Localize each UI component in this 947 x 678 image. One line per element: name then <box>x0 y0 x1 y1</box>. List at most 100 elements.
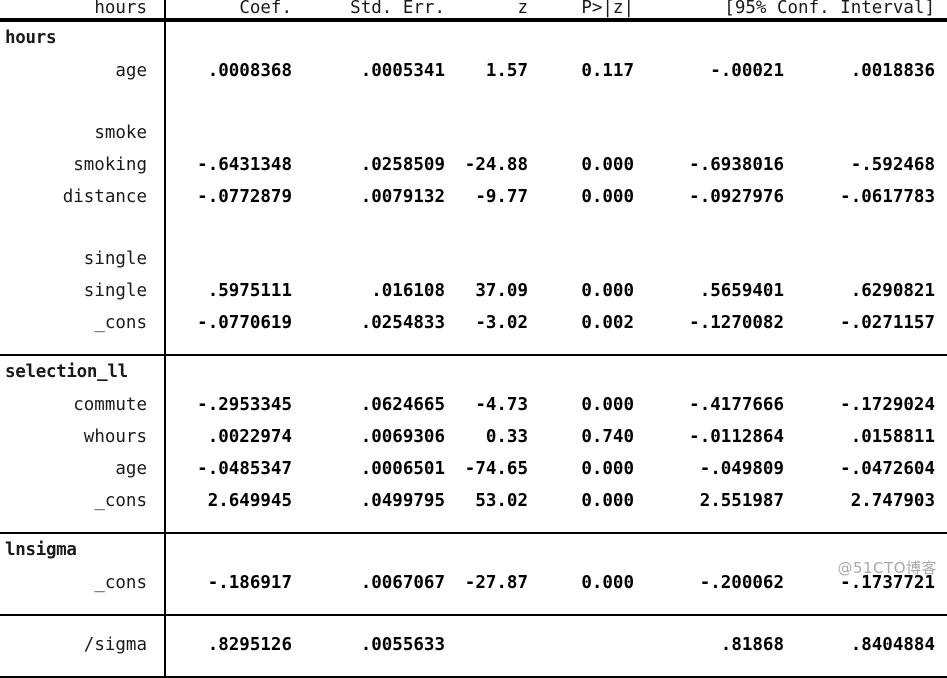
cell-ci-low: -.6938016 <box>689 154 784 175</box>
row-label: age <box>0 453 166 486</box>
table-row: _cons -.186917 .0067067 -27.87 0.000 -.200062… <box>0 567 947 600</box>
cell-z: 37.09 <box>475 280 528 301</box>
header-row: hours Coef. Std. Err. z P>|z| [95% Conf.… <box>0 0 947 19</box>
row-label: single <box>0 243 166 276</box>
cell-ci-low <box>645 214 798 244</box>
rule-cell <box>165 675 947 678</box>
cell-p <box>538 214 645 244</box>
group-header-row: hours <box>0 21 947 56</box>
cell-z <box>458 214 538 244</box>
table-row: single <box>0 243 947 276</box>
cell-ci-low: -.1270082 <box>689 312 784 333</box>
row-spacer <box>0 87 166 118</box>
cell-coef: -.2953345 <box>197 394 292 415</box>
cell-std-err: .0079132 <box>360 186 445 207</box>
row-label: _cons <box>0 485 166 518</box>
cell-ci-low <box>645 244 798 276</box>
column-header-p-value: P>|z| <box>581 0 634 18</box>
table-spacer-row <box>0 213 947 244</box>
cell-coef: -.0485347 <box>197 458 292 479</box>
cell-p: 0.000 <box>581 280 634 301</box>
stata-results-table: hours Coef. Std. Err. z P>|z| [95% Conf.… <box>0 0 947 678</box>
cell-ci-low: .5659401 <box>699 280 784 301</box>
cell-p: 0.000 <box>581 186 634 207</box>
cell-ci-low: -.200062 <box>699 572 784 593</box>
cell-ci-low: -.00021 <box>710 60 784 81</box>
cell-ci-high: -.1729024 <box>840 394 935 415</box>
cell-ci-high <box>798 118 947 150</box>
cell-ci-high: .8404884 <box>850 634 935 655</box>
cell-ci-high <box>798 88 947 118</box>
cell-coef <box>165 88 305 118</box>
cell-coef: .0008368 <box>207 60 292 81</box>
column-header-conf-interval: [95% Conf. Interval] <box>724 0 935 18</box>
cell-p: 0.000 <box>581 490 634 511</box>
row-label: age <box>0 55 166 88</box>
cell-p: 0.740 <box>581 426 634 447</box>
table-row: smoking -.6431348 .0258509 -24.88 0.000 -.693… <box>0 149 947 182</box>
cell-ci-low: .81868 <box>720 634 784 655</box>
cell-std-err: .0254833 <box>360 312 445 333</box>
cell-ci-high: -.0271157 <box>840 312 935 333</box>
cell-p: 0.002 <box>581 312 634 333</box>
cell-p: 0.000 <box>581 458 634 479</box>
row-label: smoking <box>0 149 166 182</box>
cell-z: 1.57 <box>485 60 528 81</box>
cell-p: 0.000 <box>581 154 634 175</box>
cell-std-err: .016108 <box>371 280 445 301</box>
cell-z: -9.77 <box>475 186 528 207</box>
table-spacer-row <box>0 87 947 118</box>
cell-z <box>458 88 538 118</box>
cell-z <box>458 244 538 276</box>
pad-cell <box>165 518 947 533</box>
cell-std-err: .0067067 <box>360 572 445 593</box>
table-pad-row <box>0 661 947 677</box>
pad-cell <box>0 599 166 615</box>
pad-cell <box>165 340 947 355</box>
row-label: _cons <box>0 567 166 600</box>
cell-coef <box>165 244 305 276</box>
group-header-row: selection_ll <box>0 355 947 390</box>
cell-ci-low: -.049809 <box>699 458 784 479</box>
group-header-label: hours <box>0 21 166 56</box>
cell-coef: 2.649945 <box>207 490 292 511</box>
table-row: commute -.2953345 .0624665 -4.73 0.000 -.4177… <box>0 389 947 422</box>
cell-std-err: .0624665 <box>360 394 445 415</box>
cell-z: -3.02 <box>475 312 528 333</box>
cell-ci-high: 2.747903 <box>850 490 935 511</box>
cell-z: -27.87 <box>464 572 528 593</box>
row-label: single <box>0 275 166 308</box>
cell-p <box>538 118 645 150</box>
pad-cell <box>165 616 947 630</box>
cell-ci-high: .0158811 <box>850 426 935 447</box>
cell-std-err <box>305 214 458 244</box>
table-pad-row <box>0 599 947 615</box>
cell-std-err: .0055633 <box>360 634 445 655</box>
cell-ci-high <box>798 244 947 276</box>
row-label: /sigma <box>0 629 166 662</box>
row-label: whours <box>0 421 166 454</box>
cell-std-err: .0006501 <box>360 458 445 479</box>
row-label: distance <box>0 181 166 214</box>
cell-ci-high: .0018836 <box>850 60 935 81</box>
rule-bottom <box>0 675 947 678</box>
column-header-z: z <box>517 0 528 18</box>
table-row: /sigma .8295126 .0055633 .81868 .8404884 <box>0 629 947 662</box>
table-pad-row <box>0 339 947 355</box>
cell-std-err: .0005341 <box>360 60 445 81</box>
cell-p <box>538 630 645 662</box>
table-row: age -.0485347 .0006501 -74.65 0.000 -.049809 -… <box>0 453 947 486</box>
cell-std-err: .0499795 <box>360 490 445 511</box>
table-row: distance -.0772879 .0079132 -9.77 0.000 -.092… <box>0 181 947 214</box>
cell-p <box>538 244 645 276</box>
cell-coef <box>165 214 305 244</box>
pad-cell <box>165 662 947 677</box>
cell-p: 0.117 <box>581 60 634 81</box>
cell-ci-high: .6290821 <box>850 280 935 301</box>
pad-cell <box>165 600 947 615</box>
table-body: hours age .0008368.0005341 1.57 0.117 -.00021… <box>0 19 947 678</box>
cell-ci-high: -.0472604 <box>840 458 935 479</box>
cell-ci-high: -.592468 <box>850 154 935 175</box>
cell-z <box>458 118 538 150</box>
table-row: _cons 2.649945 .0499795 53.02 0.000 2.551987 2… <box>0 485 947 518</box>
